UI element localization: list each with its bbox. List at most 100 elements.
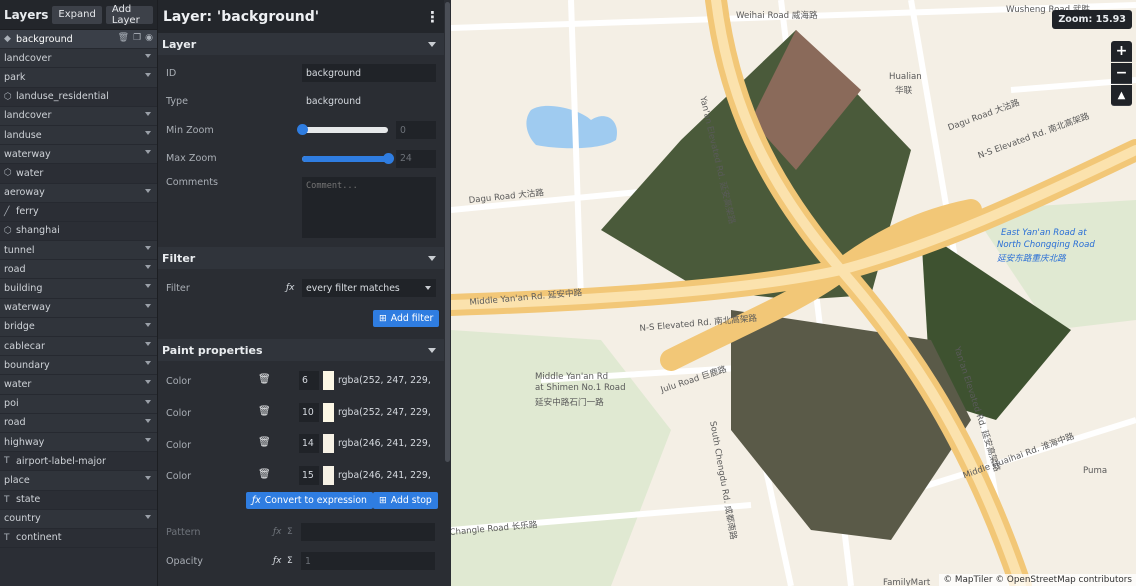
layer-group-row[interactable]: landuse: [0, 125, 157, 146]
more-menu-icon[interactable]: ⋮: [425, 8, 440, 26]
chevron-down-icon[interactable]: [145, 265, 151, 270]
zoom-out-button[interactable]: −: [1111, 63, 1132, 84]
filter-select[interactable]: every filter matches: [302, 279, 436, 298]
trash-icon[interactable]: 🗑: [118, 33, 129, 43]
trash-icon[interactable]: 🗑: [258, 406, 271, 417]
color-swatch[interactable]: [323, 402, 334, 422]
eye-icon[interactable]: ◉: [145, 33, 153, 43]
chevron-down-icon[interactable]: [145, 322, 151, 327]
stop-zoom-input[interactable]: 15: [299, 466, 319, 486]
chevron-down-icon[interactable]: [145, 399, 151, 404]
minzoom-slider[interactable]: [297, 124, 388, 136]
layer-row[interactable]: Tairport-label-major: [0, 452, 157, 472]
id-input[interactable]: background: [302, 64, 436, 83]
line-icon: ╱: [4, 206, 10, 217]
diamond-icon: ◆: [4, 34, 11, 45]
function-icon[interactable]: ƒx: [286, 283, 302, 293]
chevron-down-icon[interactable]: [145, 380, 151, 385]
chevron-down-icon[interactable]: [145, 111, 151, 116]
chevron-down-icon[interactable]: [145, 246, 151, 251]
chevron-down-icon[interactable]: [145, 54, 151, 59]
trash-icon[interactable]: 🗑: [258, 374, 271, 385]
layer-group-row[interactable]: tunnel: [0, 241, 157, 261]
copy-icon[interactable]: ❐: [133, 33, 141, 43]
layer-group-row[interactable]: water: [0, 375, 157, 395]
layer-group-row[interactable]: landcover: [0, 49, 157, 69]
opacity-input[interactable]: 1: [301, 552, 435, 571]
paint-section-header[interactable]: Paint properties: [158, 339, 444, 361]
stop-zoom-input[interactable]: 6: [299, 371, 319, 390]
map-attribution[interactable]: © MapTiler © OpenStreetMap contributors: [939, 574, 1136, 586]
convert-label: Convert to expression: [264, 495, 367, 506]
layer-group-row[interactable]: bridge: [0, 317, 157, 337]
add-stop-button[interactable]: ⊞ Add stop: [373, 492, 438, 509]
trash-icon[interactable]: 🗑: [258, 469, 271, 480]
layer-group-row[interactable]: place: [0, 471, 157, 491]
minzoom-input[interactable]: 0: [396, 121, 436, 140]
layer-group-row[interactable]: park: [0, 68, 157, 88]
scrollbar-thumb[interactable]: [445, 2, 450, 462]
chevron-down-icon[interactable]: [145, 73, 151, 78]
chevron-down-icon[interactable]: [145, 130, 151, 135]
filter-section-header[interactable]: Filter: [158, 247, 444, 269]
pattern-input[interactable]: [301, 523, 435, 542]
editor-scrollbar[interactable]: [444, 0, 451, 586]
color-value-input[interactable]: rgba(246, 241, 229, 1: [338, 434, 434, 453]
layer-group-row[interactable]: road: [0, 413, 157, 433]
layer-group-row[interactable]: boundary: [0, 356, 157, 376]
layer-row[interactable]: ◆ background 🗑 ❐ ◉: [0, 30, 157, 50]
chevron-down-icon[interactable]: [145, 437, 151, 442]
chevron-down-icon[interactable]: [145, 150, 151, 155]
maxzoom-slider[interactable]: [302, 152, 394, 164]
add-layer-button[interactable]: Add Layer: [105, 4, 153, 26]
zoom-in-button[interactable]: +: [1111, 41, 1132, 62]
convert-to-expression-button[interactable]: ƒx Convert to expression: [246, 492, 373, 509]
add-filter-button[interactable]: ⊞ Add filter: [373, 310, 440, 327]
compass-button[interactable]: ▲: [1111, 85, 1132, 106]
function-icon[interactable]: ƒx: [273, 527, 287, 537]
chevron-down-icon[interactable]: [145, 342, 151, 346]
stop-zoom-input[interactable]: 10: [299, 402, 319, 422]
chevron-down-icon[interactable]: [145, 476, 151, 481]
maxzoom-slider-handle[interactable]: [383, 152, 394, 164]
layer-group-row[interactable]: cablecar: [0, 337, 157, 357]
color-value-input[interactable]: rgba(246, 241, 229, 1: [338, 466, 434, 485]
map-view[interactable]: Weihai Road 威海路 Wusheng Road 武胜 Yan'an Ele…: [451, 0, 1136, 586]
chevron-down-icon[interactable]: [145, 284, 151, 289]
color-swatch[interactable]: [323, 466, 334, 486]
chevron-down-icon[interactable]: [145, 188, 151, 193]
color-swatch[interactable]: [323, 371, 334, 390]
chevron-down-icon[interactable]: [145, 303, 151, 308]
layer-group-row[interactable]: waterway: [0, 298, 157, 318]
sigma-icon[interactable]: Σ: [287, 556, 301, 566]
trash-icon[interactable]: 🗑: [258, 437, 271, 448]
color-value-input[interactable]: rgba(252, 247, 229, 1: [338, 403, 434, 422]
layer-row[interactable]: ⬡ shanghai: [0, 222, 157, 242]
layer-group-row[interactable]: road: [0, 260, 157, 280]
layer-group-row[interactable]: highway: [0, 432, 157, 453]
layer-group-row[interactable]: landcover: [0, 106, 157, 126]
color-value-input[interactable]: rgba(252, 247, 229, 1: [338, 371, 434, 390]
layer-group-row[interactable]: waterway: [0, 145, 157, 165]
layer-row[interactable]: ⬡ landuse_residential: [0, 88, 157, 107]
sigma-icon[interactable]: Σ: [287, 527, 301, 537]
layer-group-row[interactable]: aeroway: [0, 183, 157, 203]
stop-zoom-input[interactable]: 14: [299, 434, 319, 454]
function-icon[interactable]: ƒx: [273, 556, 287, 566]
layer-row[interactable]: Tcontinent: [0, 529, 157, 549]
layer-row[interactable]: Tstate: [0, 491, 157, 510]
chevron-down-icon[interactable]: [145, 361, 151, 366]
minzoom-slider-handle[interactable]: [297, 124, 308, 136]
comments-textarea[interactable]: [302, 177, 436, 238]
layer-section-header[interactable]: Layer: [158, 33, 444, 55]
maxzoom-input[interactable]: 24: [396, 149, 436, 168]
expand-button[interactable]: Expand: [52, 5, 102, 24]
layer-group-row[interactable]: poi: [0, 394, 157, 414]
layer-group-row[interactable]: building: [0, 279, 157, 299]
color-swatch[interactable]: [323, 434, 334, 454]
layer-row[interactable]: ╱ ferry: [0, 203, 157, 222]
layer-group-row[interactable]: country: [0, 509, 157, 529]
chevron-down-icon[interactable]: [145, 514, 151, 519]
chevron-down-icon[interactable]: [145, 418, 151, 423]
layer-row[interactable]: ⬡ water: [0, 164, 157, 184]
